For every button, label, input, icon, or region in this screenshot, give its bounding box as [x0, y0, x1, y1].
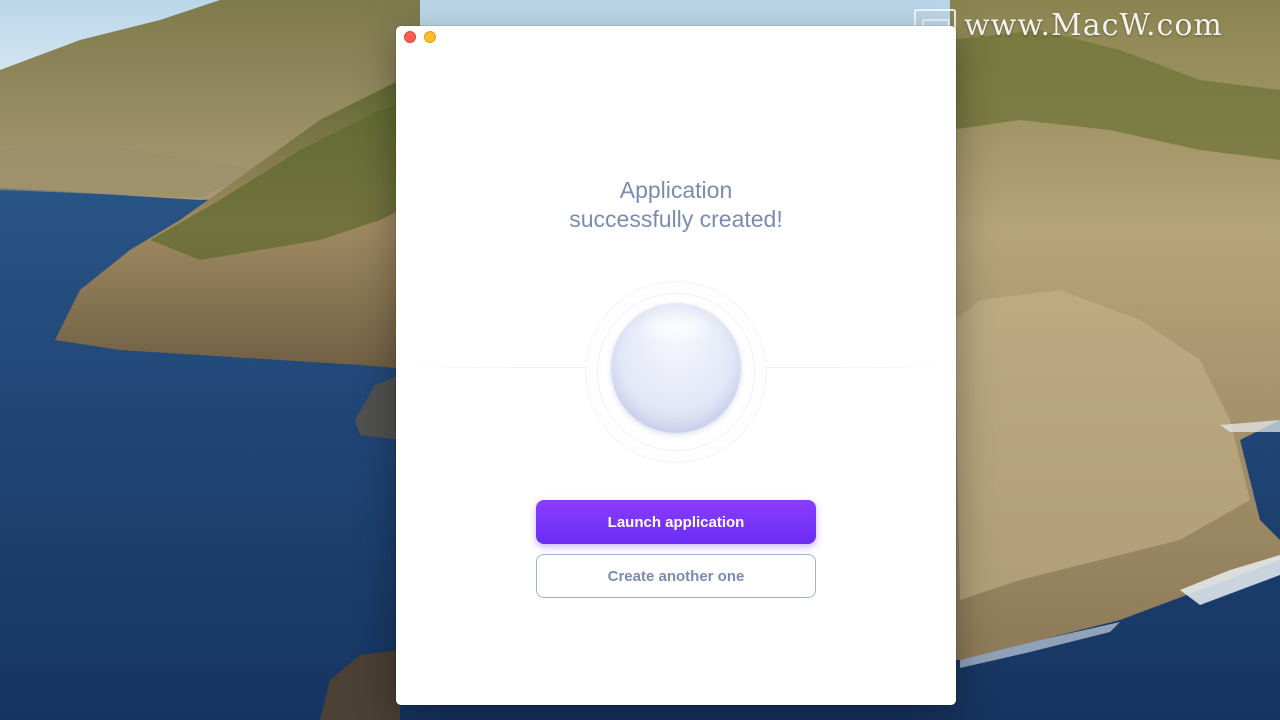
minimize-icon[interactable] — [424, 31, 436, 43]
success-heading-line1: Application — [619, 177, 733, 203]
success-orb-highlight — [638, 311, 714, 345]
create-another-button[interactable]: Create another one — [536, 554, 816, 598]
launch-application-button[interactable]: Launch application — [536, 500, 816, 544]
window-controls — [404, 31, 436, 43]
success-heading: Application successfully created! — [396, 176, 956, 234]
close-icon[interactable] — [404, 31, 416, 43]
app-window: Application successfully created! Launch… — [396, 26, 956, 705]
watermark: www.MacW.com — [914, 8, 1223, 43]
watermark-text: www.MacW.com — [964, 8, 1223, 43]
desktop: www.MacW.com Application successfully cr… — [0, 0, 1280, 720]
success-heading-line2: successfully created! — [569, 206, 783, 232]
